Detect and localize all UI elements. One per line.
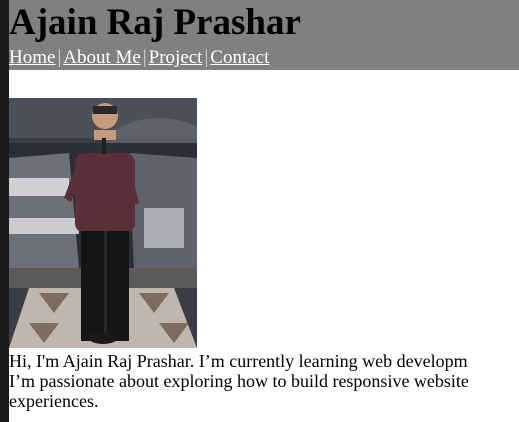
intro-line: Hi, I'm Ajain Raj Prashar. I’m currently… — [9, 351, 468, 371]
intro-line: I’m passionate about exploring how to bu… — [9, 371, 469, 391]
site-header: Ajain Raj Prashar Home | About Me | Project |… — [9, 0, 519, 70]
nav-link-about-me[interactable]: About Me — [63, 47, 141, 68]
nav-separator: | — [142, 47, 147, 68]
main-nav: Home | About Me | Project | Contact — [9, 47, 269, 69]
intro-paragraph: Hi, I'm Ajain Raj Prashar. I’m currently… — [9, 351, 519, 411]
nav-link-contact[interactable]: Contact — [210, 47, 269, 68]
nav-link-home[interactable]: Home — [9, 47, 55, 68]
profile-photo — [9, 98, 197, 348]
site-title: Ajain Raj Prashar — [9, 2, 301, 43]
nav-link-project[interactable]: Project — [149, 47, 203, 68]
intro-line: experiences. — [9, 391, 99, 411]
page-left-edge — [0, 0, 9, 422]
